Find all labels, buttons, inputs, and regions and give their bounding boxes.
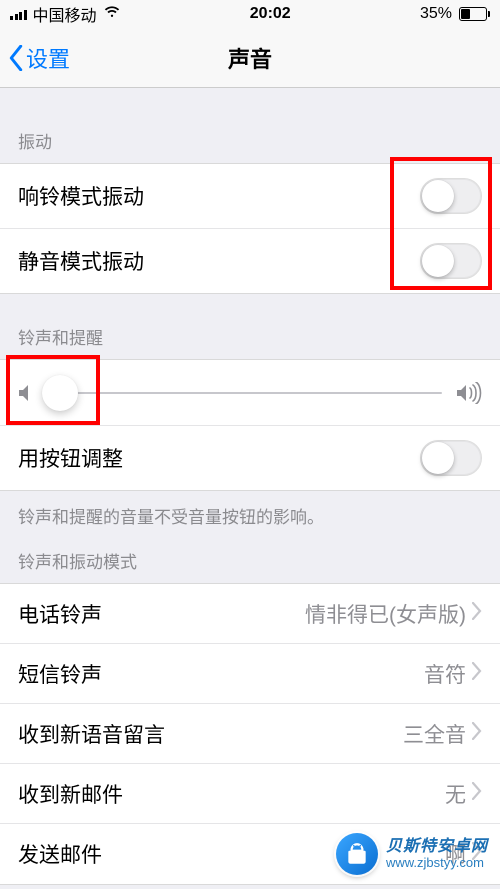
status-left: 中国移动 <box>10 2 121 26</box>
status-bar: 中国移动 20:02 35% <box>0 0 500 28</box>
row-label: 发送邮件 <box>18 839 102 869</box>
group-vibration: 响铃模式振动 静音模式振动 <box>0 163 500 294</box>
row-label: 短信铃声 <box>18 659 102 689</box>
watermark-url: www.zjbstyy.com <box>386 856 488 870</box>
toggle-ring-vibrate[interactable] <box>420 178 482 214</box>
row-label: 收到新语音留言 <box>18 719 165 749</box>
row-label: 电话铃声 <box>18 599 102 629</box>
battery-icon <box>457 7 490 21</box>
status-time: 20:02 <box>250 5 291 23</box>
carrier-label: 中国移动 <box>33 2 97 26</box>
row-value: 音符 <box>424 659 466 689</box>
status-right: 35% <box>420 5 490 23</box>
section-header-vibration: 振动 <box>0 88 500 163</box>
slider-thumb[interactable] <box>42 375 78 411</box>
row-label: 用按钮调整 <box>18 443 123 473</box>
section-header-patterns: 铃声和振动模式 <box>0 528 500 583</box>
chevron-right-icon <box>472 602 482 626</box>
watermark-name: 贝斯特安卓网 <box>386 838 488 856</box>
back-button[interactable]: 设置 <box>8 42 70 74</box>
chevron-right-icon <box>472 662 482 686</box>
section-header-ringer: 铃声和提醒 <box>0 294 500 359</box>
volume-low-icon <box>18 383 34 403</box>
ringer-volume-slider[interactable] <box>48 392 442 394</box>
row-value: 情非得已(女声版) <box>305 599 466 629</box>
row-ringer-volume <box>0 360 500 426</box>
row-silent-vibrate: 静音模式振动 <box>0 229 500 293</box>
signal-icon <box>10 8 27 20</box>
row-label: 响铃模式振动 <box>18 181 144 211</box>
row-label: 静音模式振动 <box>18 246 144 276</box>
wifi-icon <box>103 5 121 24</box>
row-value: 无 <box>445 779 466 809</box>
battery-percent: 35% <box>420 5 452 23</box>
watermark: 贝斯特安卓网 www.zjbstyy.com <box>336 833 488 875</box>
volume-high-icon <box>456 382 482 404</box>
row-change-with-buttons: 用按钮调整 <box>0 426 500 490</box>
watermark-logo-icon <box>336 833 378 875</box>
row-ring-vibrate: 响铃模式振动 <box>0 164 500 229</box>
nav-bar: 设置 声音 <box>0 28 500 88</box>
row-new-mail[interactable]: 收到新邮件 无 <box>0 764 500 824</box>
row-label: 收到新邮件 <box>18 779 123 809</box>
page-title: 声音 <box>0 42 500 74</box>
toggle-silent-vibrate[interactable] <box>420 243 482 279</box>
row-new-voicemail[interactable]: 收到新语音留言 三全音 <box>0 704 500 764</box>
chevron-right-icon <box>472 722 482 746</box>
ringer-footer-note: 铃声和提醒的音量不受音量按钮的影响。 <box>0 491 500 528</box>
row-value: 三全音 <box>403 719 466 749</box>
row-text-tone[interactable]: 短信铃声 音符 <box>0 644 500 704</box>
back-label: 设置 <box>26 42 70 74</box>
chevron-right-icon <box>472 782 482 806</box>
row-ringtone[interactable]: 电话铃声 情非得已(女声版) <box>0 584 500 644</box>
toggle-change-with-buttons[interactable] <box>420 440 482 476</box>
group-ringer: 用按钮调整 <box>0 359 500 491</box>
